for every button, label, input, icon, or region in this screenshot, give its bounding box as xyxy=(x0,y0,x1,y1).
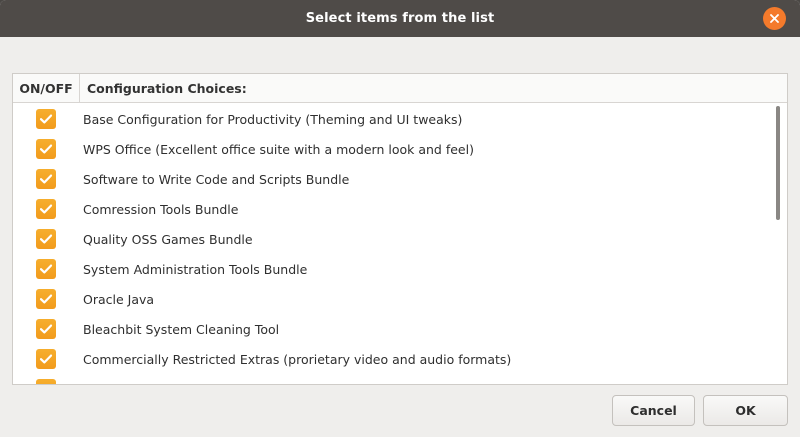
vertical-scrollbar[interactable] xyxy=(773,104,787,384)
checkmark-icon xyxy=(39,264,53,274)
item-label: Bleachbit System Cleaning Tool xyxy=(83,321,280,337)
list-item[interactable]: Base Configuration for Productivity (The… xyxy=(13,104,775,134)
list-item[interactable]: Bleachbit System Cleaning Tool xyxy=(13,314,775,344)
list-item[interactable]: System Administration Tools Bundle xyxy=(13,254,775,284)
column-header-choices[interactable]: Configuration Choices: xyxy=(83,74,583,103)
dialog-window: Select items from the list ON/OFF Config… xyxy=(0,0,800,437)
item-checkbox[interactable] xyxy=(36,169,56,189)
list-item[interactable]: Software to Write Code and Scripts Bundl… xyxy=(13,164,775,194)
cancel-button[interactable]: Cancel xyxy=(612,395,695,426)
item-checkbox[interactable] xyxy=(36,379,56,385)
list-item[interactable]: Comression Tools Bundle xyxy=(13,194,775,224)
column-header-onoff[interactable]: ON/OFF xyxy=(13,74,80,103)
item-label: Quality OSS Games Bundle xyxy=(83,231,253,247)
list-header: ON/OFF Configuration Choices: xyxy=(13,74,787,103)
item-checkbox[interactable] xyxy=(36,229,56,249)
close-button[interactable] xyxy=(763,7,786,30)
item-label: Oracle Java xyxy=(83,291,155,307)
item-checkbox[interactable] xyxy=(36,289,56,309)
item-checkbox[interactable] xyxy=(36,139,56,159)
checkmark-icon xyxy=(39,383,53,385)
checkmark-icon xyxy=(39,144,53,154)
item-label: WPS Office (Excellent office suite with … xyxy=(83,141,474,157)
checkmark-icon xyxy=(39,204,53,214)
item-label: System Administration Tools Bundle xyxy=(83,261,308,277)
list-item[interactable]: WPS Office (Excellent office suite with … xyxy=(13,134,775,164)
checkmark-icon xyxy=(39,324,53,334)
ok-button[interactable]: OK xyxy=(703,395,788,426)
item-label: Comression Tools Bundle xyxy=(83,201,239,217)
item-checkbox[interactable] xyxy=(36,349,56,369)
item-label: VLC Media Player xyxy=(83,374,192,385)
checkmark-icon xyxy=(39,354,53,364)
checkmark-icon xyxy=(39,114,53,124)
item-checkbox[interactable] xyxy=(36,319,56,339)
list-item[interactable]: Oracle Java xyxy=(13,284,775,314)
item-label: Commercially Restricted Extras (prorieta… xyxy=(83,351,512,367)
close-icon xyxy=(770,14,779,23)
checkmark-icon xyxy=(39,234,53,244)
window-title: Select items from the list xyxy=(305,11,495,26)
item-checkbox[interactable] xyxy=(36,259,56,279)
list-item[interactable]: Quality OSS Games Bundle xyxy=(13,224,775,254)
scrollbar-thumb[interactable] xyxy=(776,106,780,220)
item-checkbox[interactable] xyxy=(36,199,56,219)
checkmark-icon xyxy=(39,294,53,304)
list-rows: Base Configuration for Productivity (The… xyxy=(13,104,775,385)
item-label: Base Configuration for Productivity (The… xyxy=(83,111,463,127)
choices-list: ON/OFF Configuration Choices: Base Confi… xyxy=(12,73,788,385)
list-item[interactable]: VLC Media Player xyxy=(13,374,775,385)
titlebar: Select items from the list xyxy=(0,0,800,37)
checkmark-icon xyxy=(39,174,53,184)
item-checkbox[interactable] xyxy=(36,109,56,129)
item-label: Software to Write Code and Scripts Bundl… xyxy=(83,171,350,187)
list-item[interactable]: Commercially Restricted Extras (prorieta… xyxy=(13,344,775,374)
